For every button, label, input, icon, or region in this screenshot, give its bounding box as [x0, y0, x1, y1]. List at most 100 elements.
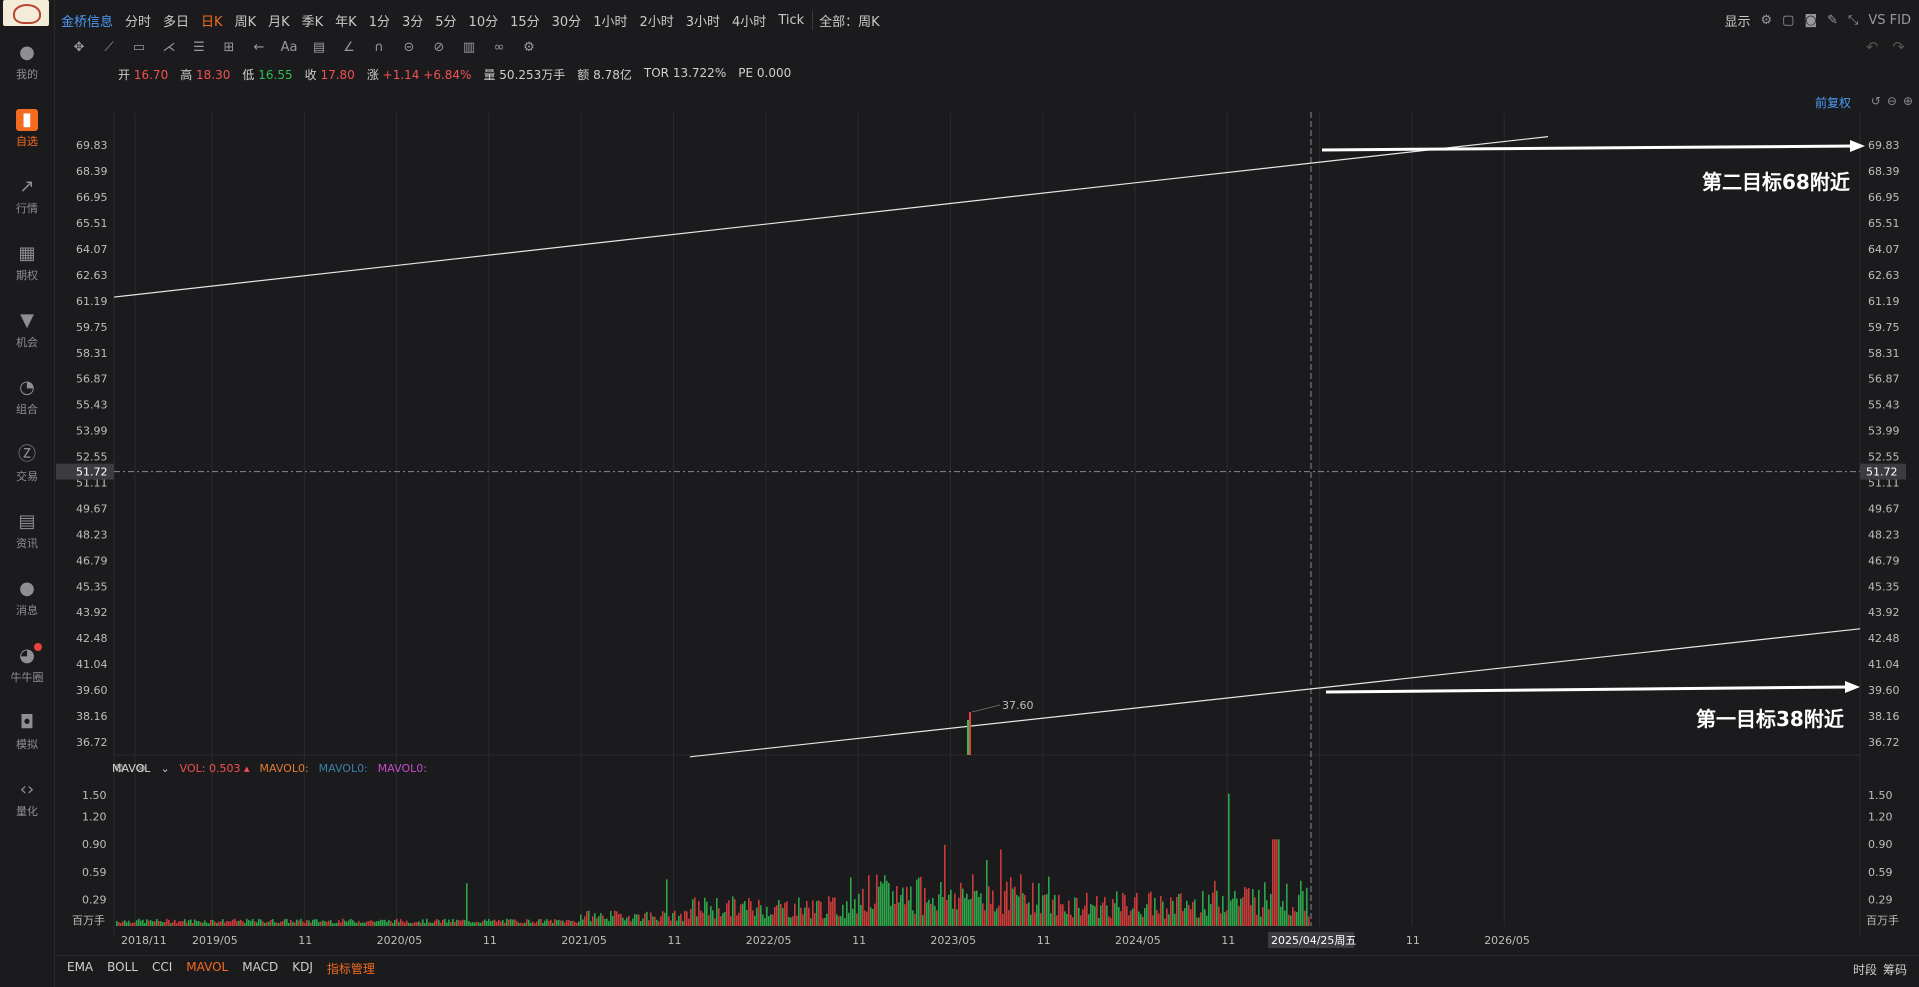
volume-bar — [1248, 887, 1250, 926]
indicator-tab[interactable]: EMA — [67, 960, 93, 977]
volume-bar — [466, 883, 468, 926]
volume-bar — [1060, 904, 1062, 926]
volume-tick-right: 1.50 — [1868, 789, 1893, 802]
price-tick-left: 38.16 — [76, 710, 108, 723]
volume-bar — [650, 912, 652, 926]
volume-bar — [868, 875, 870, 926]
volume-bar — [1256, 914, 1258, 926]
volume-bar — [798, 897, 800, 926]
volume-bar — [376, 921, 378, 926]
price-tick-left: 64.07 — [76, 243, 108, 256]
volume-bar — [1056, 915, 1058, 926]
target1-arrow-head — [1845, 681, 1860, 693]
volume-bar — [718, 908, 720, 926]
volume-bar — [1016, 894, 1018, 926]
volume-bar — [616, 911, 618, 926]
volume-bar — [936, 910, 938, 926]
volume-bar — [1180, 893, 1182, 926]
price-tick-left: 62.63 — [76, 269, 108, 282]
volume-bar — [1232, 898, 1234, 926]
volume-tick-right: 0.29 — [1868, 894, 1893, 907]
volume-bar — [204, 920, 206, 926]
volume-bar — [598, 916, 600, 926]
volume-bar — [690, 908, 692, 926]
volume-bar — [322, 920, 324, 926]
kline-chart[interactable]: 2018/11 2019/05 11 2020/05 11 2021/05 11 2022/0… — [0, 0, 1919, 955]
indicator-tab[interactable]: MAVOL — [186, 960, 228, 977]
x-tick: 11 — [298, 934, 312, 947]
volume-bar — [708, 915, 710, 926]
volume-bar — [312, 919, 314, 926]
volume-bar — [884, 875, 886, 926]
price-tick-right: 45.35 — [1868, 580, 1900, 593]
volume-bar — [1068, 900, 1070, 926]
volume-bar — [500, 921, 502, 926]
volume-bar — [402, 921, 404, 926]
indicator-tab[interactable]: KDJ — [292, 960, 313, 977]
volume-bar — [672, 913, 674, 926]
volume-bar — [270, 919, 272, 926]
volume-bar — [916, 879, 918, 926]
volume-bar — [1272, 839, 1274, 926]
right-tab[interactable]: 筹码 — [1883, 961, 1907, 978]
volume-bar — [136, 920, 138, 926]
volume-bar — [574, 921, 576, 926]
volume-bar — [1306, 887, 1308, 926]
volume-bar — [866, 911, 868, 926]
indicator-tab[interactable]: MACD — [242, 960, 278, 977]
volume-bar — [888, 883, 890, 926]
volume-bar — [412, 923, 414, 926]
price-tick-right: 43.92 — [1868, 606, 1900, 619]
right-tab[interactable]: 时段 — [1853, 961, 1877, 978]
volume-bar — [836, 914, 838, 926]
x-tick: 11 — [1406, 934, 1420, 947]
volume-bar — [334, 923, 336, 926]
volume-bar — [1186, 900, 1188, 926]
volume-bar — [1216, 890, 1218, 926]
indicator-tab[interactable]: BOLL — [107, 960, 138, 977]
volume-bar — [824, 917, 826, 926]
indicator-name[interactable]: MAVOL — [112, 762, 150, 775]
volume-bar — [478, 922, 480, 926]
volume-bar — [422, 919, 424, 926]
volume-bar — [990, 903, 992, 926]
price-tick-right: 36.72 — [1868, 736, 1900, 749]
volume-bar — [228, 921, 230, 926]
volume-bar — [326, 921, 328, 926]
volume-bar — [304, 922, 306, 926]
volume-bar — [506, 918, 508, 926]
volume-bar — [948, 894, 950, 926]
volume-bar — [554, 919, 556, 926]
volume-bar — [212, 919, 214, 926]
bottom-indicator-bar: EMA BOLL CCI MAVOL MACD KDJ 指标管理 时段 筹码 — [55, 955, 1919, 982]
volume-bar — [964, 897, 966, 926]
volume-bar — [1174, 913, 1176, 926]
volume-bar — [446, 922, 448, 926]
chevron-down-icon[interactable]: ⌄ — [160, 762, 169, 775]
volume-bar — [430, 922, 432, 926]
volume-bar — [962, 888, 964, 926]
volume-bar — [878, 886, 880, 926]
price-tick-left: 49.67 — [76, 503, 108, 516]
volume-bar — [624, 920, 626, 926]
volume-bar — [134, 922, 136, 926]
indicator-tab[interactable]: CCI — [152, 960, 172, 977]
volume-bar — [986, 860, 988, 926]
volume-bar — [450, 922, 452, 926]
volume-bar — [1276, 839, 1278, 926]
indicator-manage-button[interactable]: 指标管理 — [327, 960, 375, 977]
volume-bar — [1020, 874, 1022, 926]
volume-bar — [520, 922, 522, 926]
volume-bar — [1172, 900, 1174, 926]
volume-bar — [460, 920, 462, 926]
volume-bar — [1064, 911, 1066, 926]
volume-bar — [206, 922, 208, 926]
crosshair-price-right: 51.72 — [1866, 466, 1898, 479]
volume-bar — [198, 921, 200, 926]
volume-bar — [930, 903, 932, 926]
volume-bar — [600, 913, 602, 926]
volume-bar — [158, 921, 160, 926]
volume-bar — [922, 914, 924, 926]
volume-bar — [452, 918, 454, 926]
volume-bar — [714, 918, 716, 926]
